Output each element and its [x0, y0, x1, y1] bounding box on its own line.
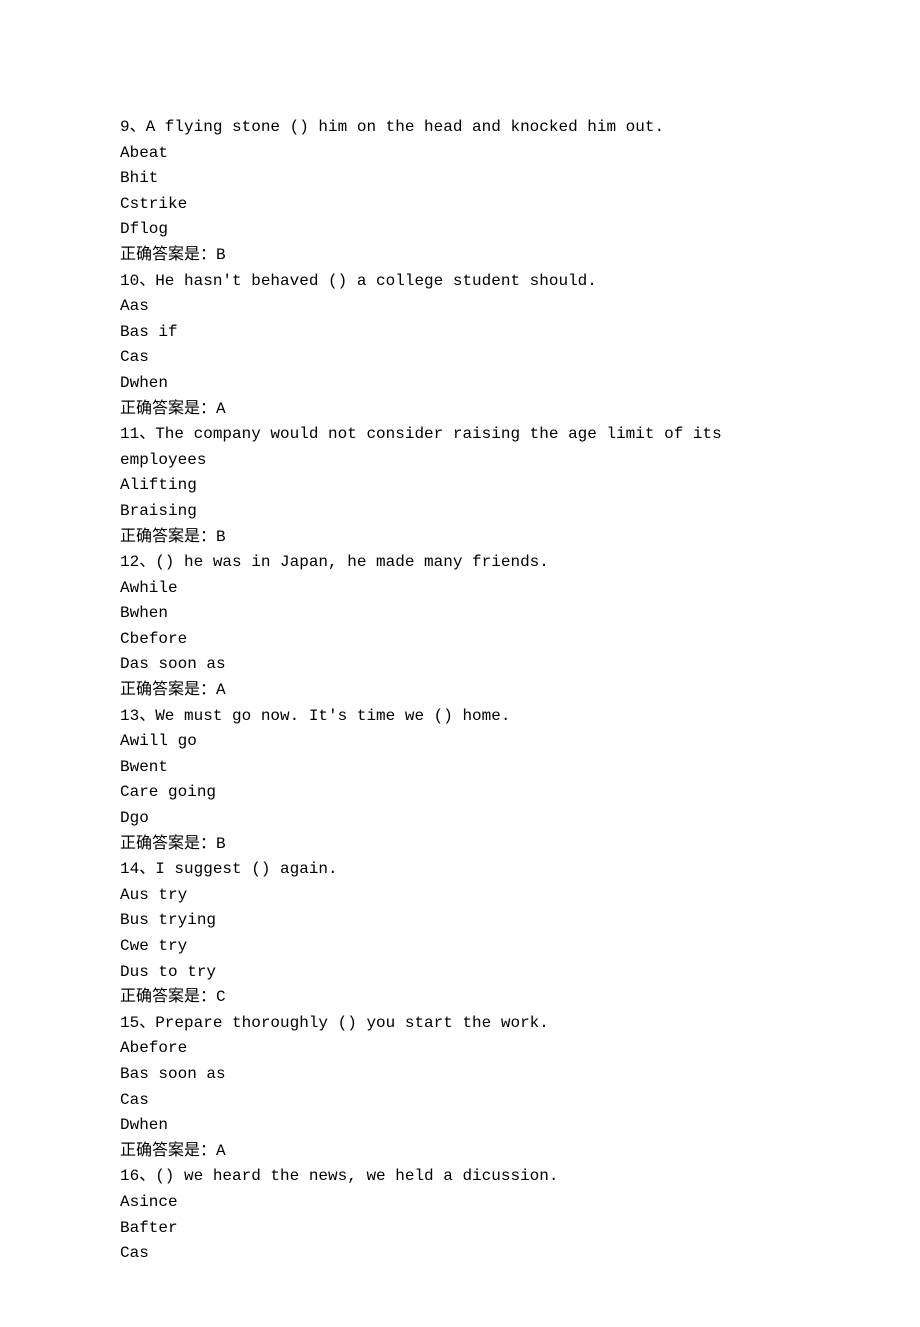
- question-option: Braising: [120, 499, 800, 525]
- question-option: Aas: [120, 294, 800, 320]
- question-option: Bwent: [120, 755, 800, 781]
- question-stem: 14、I suggest () again.: [120, 857, 800, 883]
- question-option: Cbefore: [120, 627, 800, 653]
- question-option: Cstrike: [120, 192, 800, 218]
- question-stem: 10、He hasn't behaved () a college studen…: [120, 269, 800, 295]
- question-option: Aus try: [120, 883, 800, 909]
- question-option: Abefore: [120, 1036, 800, 1062]
- question-option: Care going: [120, 780, 800, 806]
- question-answer: 正确答案是：B: [120, 525, 800, 551]
- question-stem: 16、() we heard the news, we held a dicus…: [120, 1164, 800, 1190]
- question-option: Cas: [120, 1241, 800, 1267]
- question-option: Bafter: [120, 1216, 800, 1242]
- question-option: Asince: [120, 1190, 800, 1216]
- question-answer: 正确答案是：B: [120, 243, 800, 269]
- question-option: Das soon as: [120, 652, 800, 678]
- question-stem: 11、The company would not consider raisin…: [120, 422, 800, 473]
- question-option: Dwhen: [120, 371, 800, 397]
- question-option: Bas soon as: [120, 1062, 800, 1088]
- question-option: Cas: [120, 1088, 800, 1114]
- question-answer: 正确答案是：C: [120, 985, 800, 1011]
- question-option: Bus trying: [120, 908, 800, 934]
- question-stem: 13、We must go now. It's time we () home.: [120, 704, 800, 730]
- document-page: 9、A flying stone () him on the head and …: [0, 0, 920, 1327]
- question-stem: 15、Prepare thoroughly () you start the w…: [120, 1011, 800, 1037]
- question-option: Dgo: [120, 806, 800, 832]
- question-option: Cwe try: [120, 934, 800, 960]
- question-stem: 12、() he was in Japan, he made many frie…: [120, 550, 800, 576]
- question-option: Abeat: [120, 141, 800, 167]
- question-option: Dflog: [120, 217, 800, 243]
- question-answer: 正确答案是：B: [120, 832, 800, 858]
- question-option: Bhit: [120, 166, 800, 192]
- question-option: Awill go: [120, 729, 800, 755]
- question-stem: 9、A flying stone () him on the head and …: [120, 115, 800, 141]
- question-answer: 正确答案是：A: [120, 1139, 800, 1165]
- question-answer: 正确答案是：A: [120, 678, 800, 704]
- question-option: Cas: [120, 345, 800, 371]
- question-answer: 正确答案是：A: [120, 397, 800, 423]
- question-option: Bas if: [120, 320, 800, 346]
- question-option: Alifting: [120, 473, 800, 499]
- question-option: Awhile: [120, 576, 800, 602]
- question-option: Dwhen: [120, 1113, 800, 1139]
- question-option: Dus to try: [120, 960, 800, 986]
- question-option: Bwhen: [120, 601, 800, 627]
